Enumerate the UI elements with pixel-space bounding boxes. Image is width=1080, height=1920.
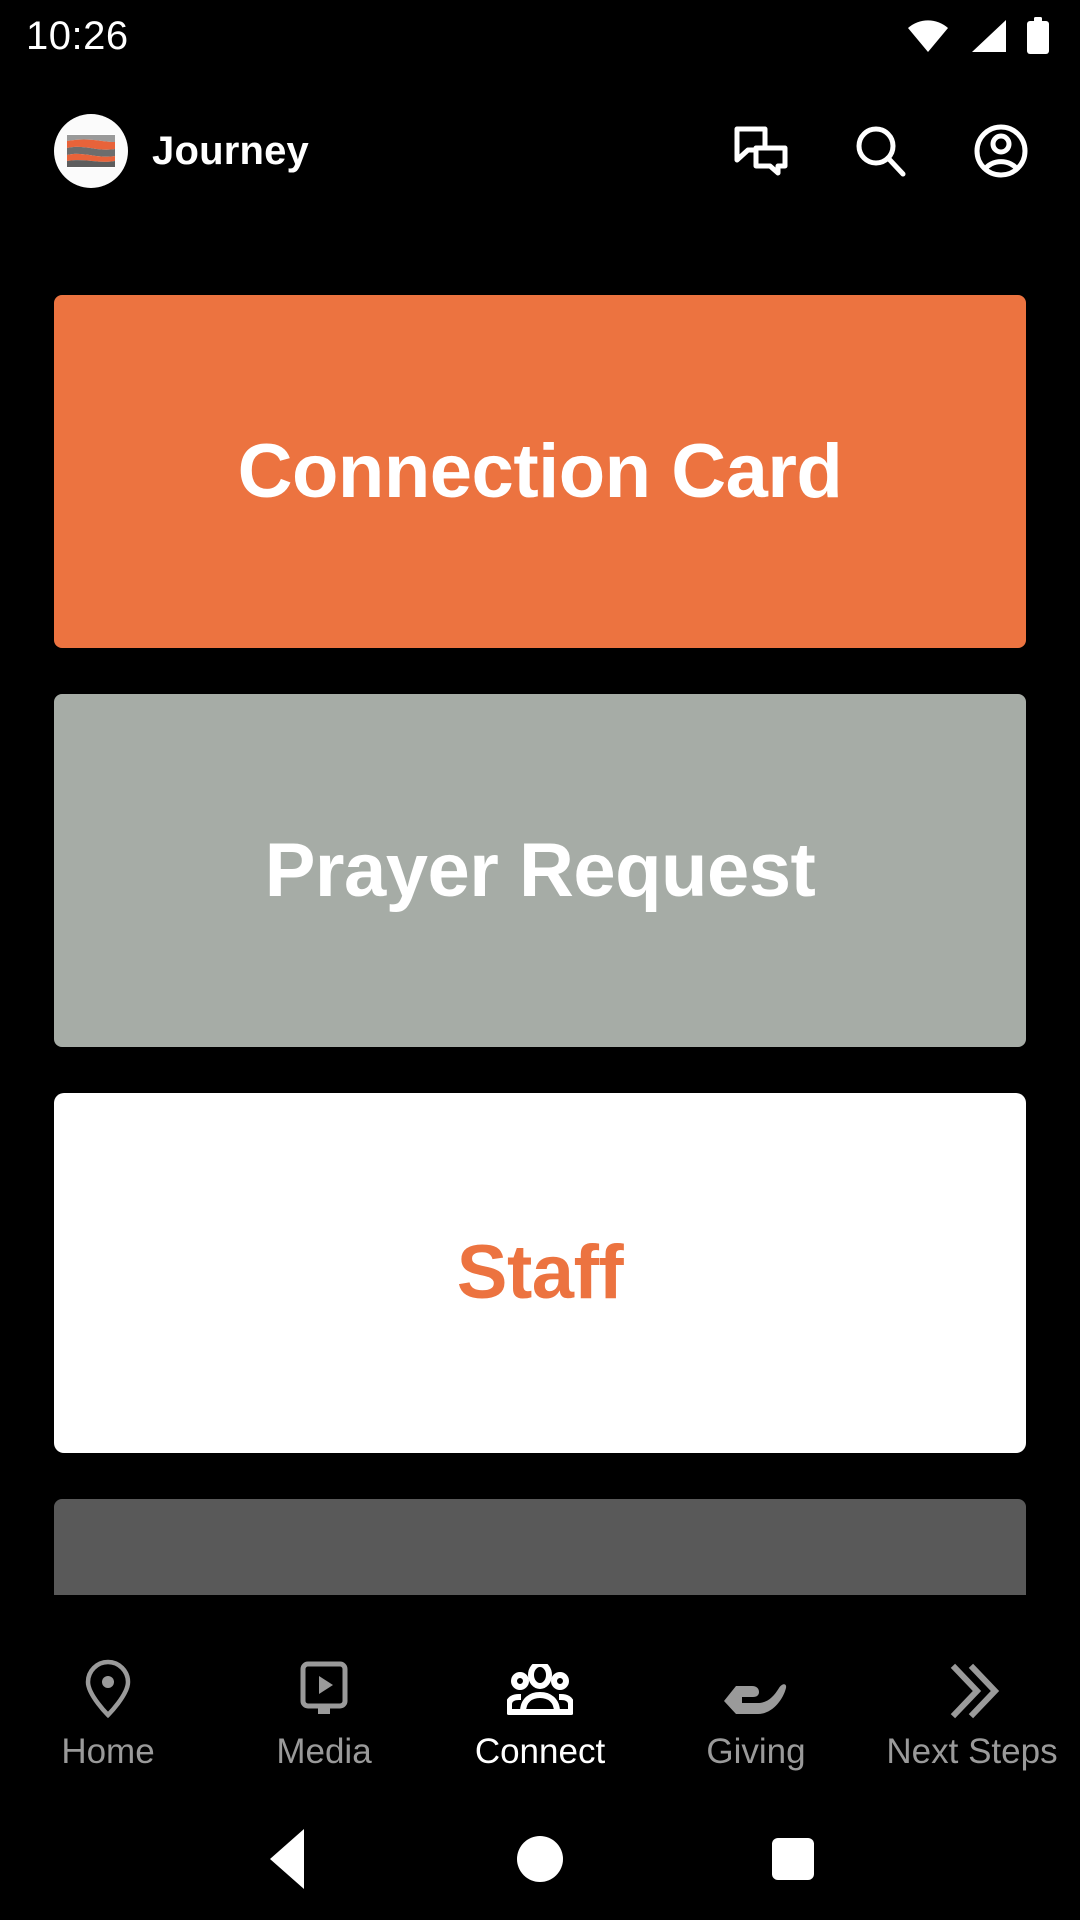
home-button[interactable]	[500, 1819, 580, 1899]
location-pin-icon	[81, 1658, 135, 1720]
bottom-tab-bar: Home Media Connect Giving Next Steps	[0, 1628, 1080, 1798]
tab-home-label: Home	[61, 1731, 155, 1771]
connection-card-label: Connection Card	[237, 428, 843, 514]
tab-home[interactable]: Home	[0, 1658, 216, 1769]
double-chevron-right-icon	[941, 1658, 1003, 1720]
status-bar-icons	[906, 17, 1050, 55]
home-circle-icon	[516, 1836, 563, 1882]
battery-icon	[1026, 17, 1050, 55]
tab-connect-label: Connect	[474, 1731, 606, 1771]
tab-giving[interactable]: Giving	[648, 1658, 864, 1769]
status-bar: 10:26	[0, 0, 1080, 72]
tab-giving-label: Giving	[706, 1731, 806, 1771]
back-button[interactable]	[247, 1819, 327, 1899]
prayer-request-card-label: Prayer Request	[264, 827, 816, 913]
staff-card-button[interactable]: Staff	[54, 1093, 1026, 1453]
tab-connect[interactable]: Connect	[432, 1658, 648, 1769]
status-bar-clock: 10:26	[26, 14, 129, 58]
chat-icon[interactable]	[732, 122, 790, 180]
tv-play-icon	[293, 1658, 355, 1720]
app-header: Journey	[0, 96, 1080, 206]
page-title: Journey	[152, 128, 310, 173]
tab-media[interactable]: Media	[216, 1658, 432, 1769]
connection-card-button[interactable]: Connection Card	[54, 295, 1026, 648]
cellular-signal-icon	[968, 19, 1008, 53]
wifi-icon	[906, 19, 950, 53]
android-navigation-bar	[0, 1798, 1080, 1920]
back-triangle-icon	[269, 1829, 304, 1889]
account-icon[interactable]	[972, 122, 1030, 180]
journey-logo-icon	[54, 114, 128, 188]
recents-square-icon	[772, 1838, 815, 1880]
prayer-request-card-button[interactable]: Prayer Request	[54, 694, 1026, 1047]
tab-next-steps-label: Next Steps	[886, 1731, 1058, 1771]
tab-media-label: Media	[276, 1731, 372, 1771]
tab-next-steps[interactable]: Next Steps	[864, 1658, 1080, 1769]
app-screen: 10:26 Journey Connection Card Prayer Req…	[0, 0, 1080, 1920]
staff-card-label: Staff	[456, 1230, 624, 1315]
people-group-icon	[507, 1658, 573, 1720]
header-actions	[732, 122, 1046, 180]
menu-card-list: Connection Card Prayer Request Staff	[0, 295, 1080, 1595]
partial-card-button[interactable]	[54, 1499, 1026, 1595]
recents-button[interactable]	[753, 1819, 833, 1899]
search-icon[interactable]	[852, 122, 910, 180]
open-hand-icon	[722, 1658, 790, 1720]
